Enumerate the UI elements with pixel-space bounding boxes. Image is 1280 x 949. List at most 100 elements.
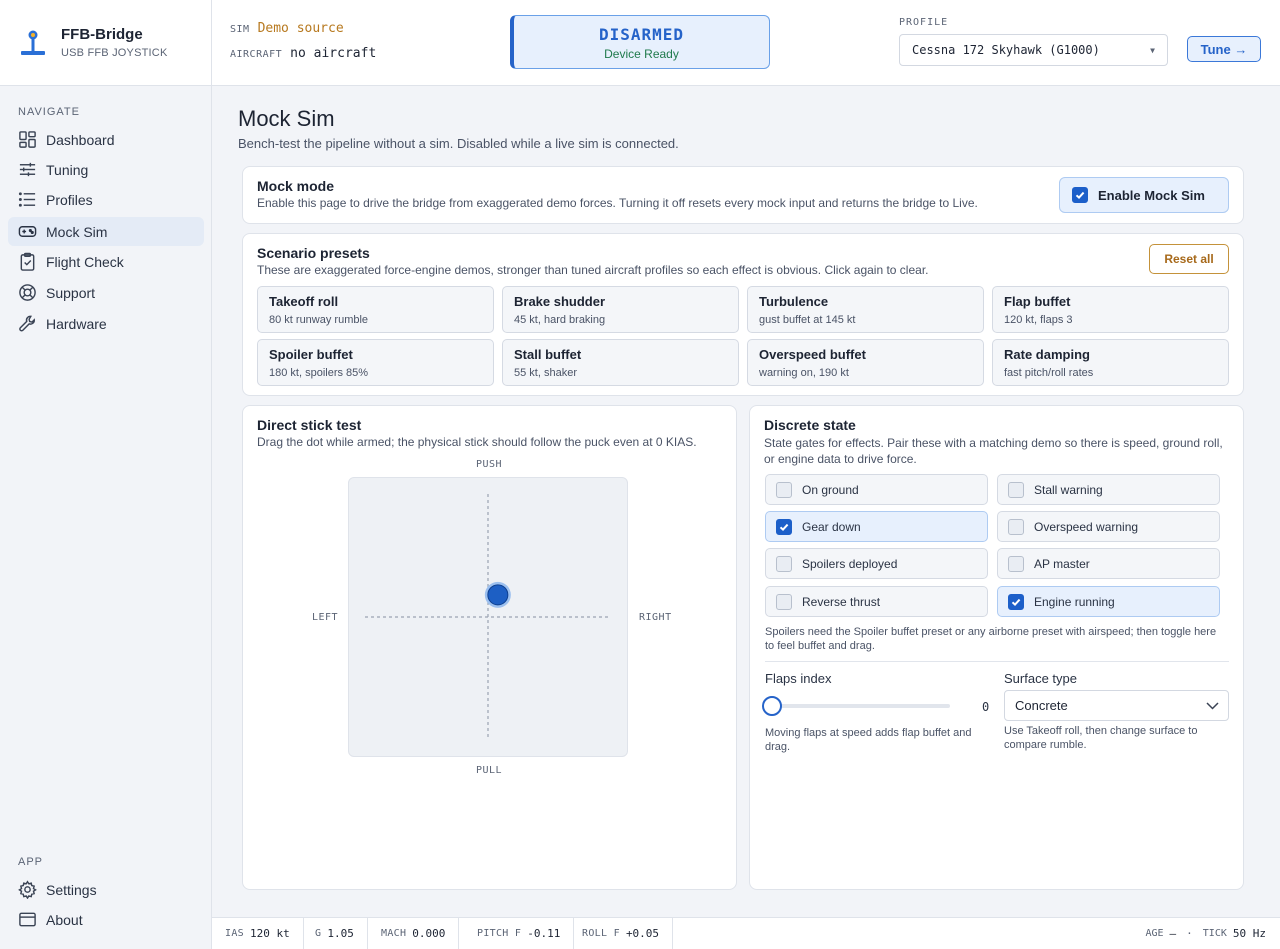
- preset-desc: fast pitch/roll rates: [1004, 367, 1094, 379]
- mock-mode-title: Mock mode: [257, 178, 335, 194]
- surface-hint: Use Takeoff roll, then change surface to…: [1004, 725, 1198, 751]
- enable-mock-sim-toggle[interactable]: Enable Mock Sim: [1059, 177, 1229, 213]
- sidebar: FFB-Bridge USB FFB JOYSTICK NAVIGATE Das…: [0, 0, 212, 949]
- status-key: MACH: [381, 928, 407, 939]
- preset-stall-buffet[interactable]: Stall buffet 55 kt, shaker: [502, 339, 739, 386]
- mock-mode-desc: Enable this page to drive the bridge fro…: [257, 196, 978, 210]
- axis-pull-label: PULL: [476, 765, 503, 776]
- aircraft-value: no aircraft: [290, 46, 377, 61]
- discrete-title: Discrete state: [764, 417, 856, 433]
- status-ias: IAS 120 kt: [212, 918, 304, 949]
- preset-name: Brake shudder: [514, 294, 606, 309]
- preset-desc: 80 kt runway rumble: [269, 314, 369, 326]
- stick-pad[interactable]: [348, 477, 628, 757]
- sim-source-row: SIM Demo source: [230, 21, 344, 36]
- preset-desc: 120 kt, flaps 3: [1004, 314, 1073, 326]
- stick-puck[interactable]: [484, 581, 511, 608]
- page-subtitle: Bench-test the pipeline without a sim. D…: [238, 136, 679, 151]
- flaps-slider-thumb[interactable]: [762, 696, 782, 716]
- surface-select[interactable]: Concrete: [1004, 690, 1229, 721]
- preset-name: Stall buffet: [514, 347, 582, 362]
- gamepad-icon: [18, 226, 37, 237]
- stick-title: Direct stick test: [257, 417, 362, 433]
- profile-select[interactable]: Cessna 172 Skyhawk (G1000) ▼: [899, 34, 1168, 66]
- preset-desc: 45 kt, hard braking: [514, 314, 606, 326]
- stick-pad-canvas: [365, 494, 611, 740]
- preset-name: Spoiler buffet: [269, 347, 353, 362]
- nav-app-section-label: APP: [18, 856, 44, 868]
- preset-rate-damping[interactable]: Rate damping fast pitch/roll rates: [992, 339, 1229, 386]
- toggle-label: On ground: [802, 482, 859, 497]
- toggle-label: Overspeed warning: [1034, 519, 1139, 534]
- chevron-down-icon: [1206, 702, 1219, 710]
- checkbox-checked-icon: [1008, 593, 1024, 610]
- preset-name: Rate damping: [1004, 347, 1090, 362]
- checkbox-checked-icon: [776, 518, 792, 535]
- aircraft-row: AIRCRAFT no aircraft: [230, 46, 376, 61]
- toggle-ap-master[interactable]: AP master: [997, 548, 1220, 579]
- nav-item-settings[interactable]: Settings: [8, 875, 204, 904]
- flaps-slider-track[interactable]: [772, 704, 950, 708]
- nav-item-tuning[interactable]: Tuning: [8, 155, 204, 184]
- toggle-label: Reverse thrust: [802, 594, 881, 609]
- checkbox-icon: [776, 481, 792, 498]
- status-value: 1.05: [327, 927, 354, 940]
- nav-item-profiles[interactable]: Profiles: [8, 185, 204, 214]
- status-key: PITCH F: [477, 928, 522, 939]
- toggle-spoilers-deployed[interactable]: Spoilers deployed: [765, 548, 988, 579]
- toggle-engine-running[interactable]: Engine running: [997, 586, 1220, 617]
- toggle-label: Stall warning: [1034, 482, 1103, 497]
- status-value: -0.11: [527, 927, 561, 940]
- preset-takeoff-roll[interactable]: Takeoff roll 80 kt runway rumble: [257, 286, 494, 333]
- nav-item-support[interactable]: Support: [8, 278, 204, 307]
- profile-value: Cessna 172 Skyhawk (G1000): [912, 43, 1100, 57]
- toggle-stall-warning[interactable]: Stall warning: [997, 474, 1220, 505]
- page-title: Mock Sim: [238, 106, 335, 131]
- divider: [765, 661, 1229, 662]
- surface-label: Surface type: [1004, 671, 1077, 686]
- preset-overspeed-buffet[interactable]: Overspeed buffet warning on, 190 kt: [747, 339, 984, 386]
- checkbox-icon: [1008, 518, 1024, 535]
- toggle-reverse-thrust[interactable]: Reverse thrust: [765, 586, 988, 617]
- status-key: G: [315, 928, 322, 939]
- flaps-value: 0: [982, 700, 990, 714]
- nav-item-hardware[interactable]: Hardware: [8, 309, 204, 338]
- status-value: 120 kt: [249, 927, 290, 940]
- axis-right-label: RIGHT: [639, 612, 672, 623]
- aircraft-key: AIRCRAFT: [230, 49, 283, 60]
- reset-all-button[interactable]: Reset all: [1149, 244, 1229, 274]
- nav-item-label: Dashboard: [46, 131, 115, 148]
- nav-item-dashboard[interactable]: Dashboard: [8, 125, 204, 154]
- status-separator: ·: [1186, 927, 1193, 940]
- caret-down-icon: ▼: [1150, 46, 1155, 55]
- scenario-presets-card: Scenario presets These are exaggerated f…: [242, 233, 1244, 396]
- nav-item-label: Hardware: [46, 315, 107, 332]
- nav-item-label: Settings: [46, 881, 97, 898]
- preset-turbulence[interactable]: Turbulence gust buffet at 145 kt: [747, 286, 984, 333]
- nav-item-about[interactable]: About: [8, 905, 204, 934]
- brand: FFB-Bridge USB FFB JOYSTICK: [0, 0, 211, 86]
- nav-item-mock-sim[interactable]: Mock Sim: [8, 217, 204, 246]
- status-tick-key: TICK: [1202, 928, 1227, 939]
- sim-key: SIM: [230, 24, 250, 35]
- preset-desc: 180 kt, spoilers 85%: [269, 367, 369, 379]
- preset-flap-buffet[interactable]: Flap buffet 120 kt, flaps 3: [992, 286, 1229, 333]
- toggle-on-ground[interactable]: On ground: [765, 474, 988, 505]
- list-icon: [18, 192, 36, 207]
- preset-desc: warning on, 190 kt: [759, 367, 849, 379]
- toggle-label: Gear down: [802, 519, 861, 534]
- gear-icon: [18, 880, 37, 899]
- nav-item-flight-check[interactable]: Flight Check: [8, 247, 204, 276]
- toggle-overspeed-warning[interactable]: Overspeed warning: [997, 511, 1220, 542]
- presets-desc: These are exaggerated force-engine demos…: [257, 263, 929, 277]
- toggle-gear-down[interactable]: Gear down: [765, 511, 988, 542]
- preset-brake-shudder[interactable]: Brake shudder 45 kt, hard braking: [502, 286, 739, 333]
- status-value: 0.000: [412, 927, 446, 940]
- preset-name: Takeoff roll: [269, 294, 339, 309]
- preset-desc: gust buffet at 145 kt: [759, 314, 856, 326]
- preset-spoiler-buffet[interactable]: Spoiler buffet 180 kt, spoilers 85%: [257, 339, 494, 386]
- flaps-label: Flaps index: [765, 671, 832, 686]
- status-mach: MACH 0.000: [368, 918, 460, 949]
- axis-left-label: LEFT: [312, 612, 339, 623]
- tune-button[interactable]: Tune →: [1187, 36, 1261, 62]
